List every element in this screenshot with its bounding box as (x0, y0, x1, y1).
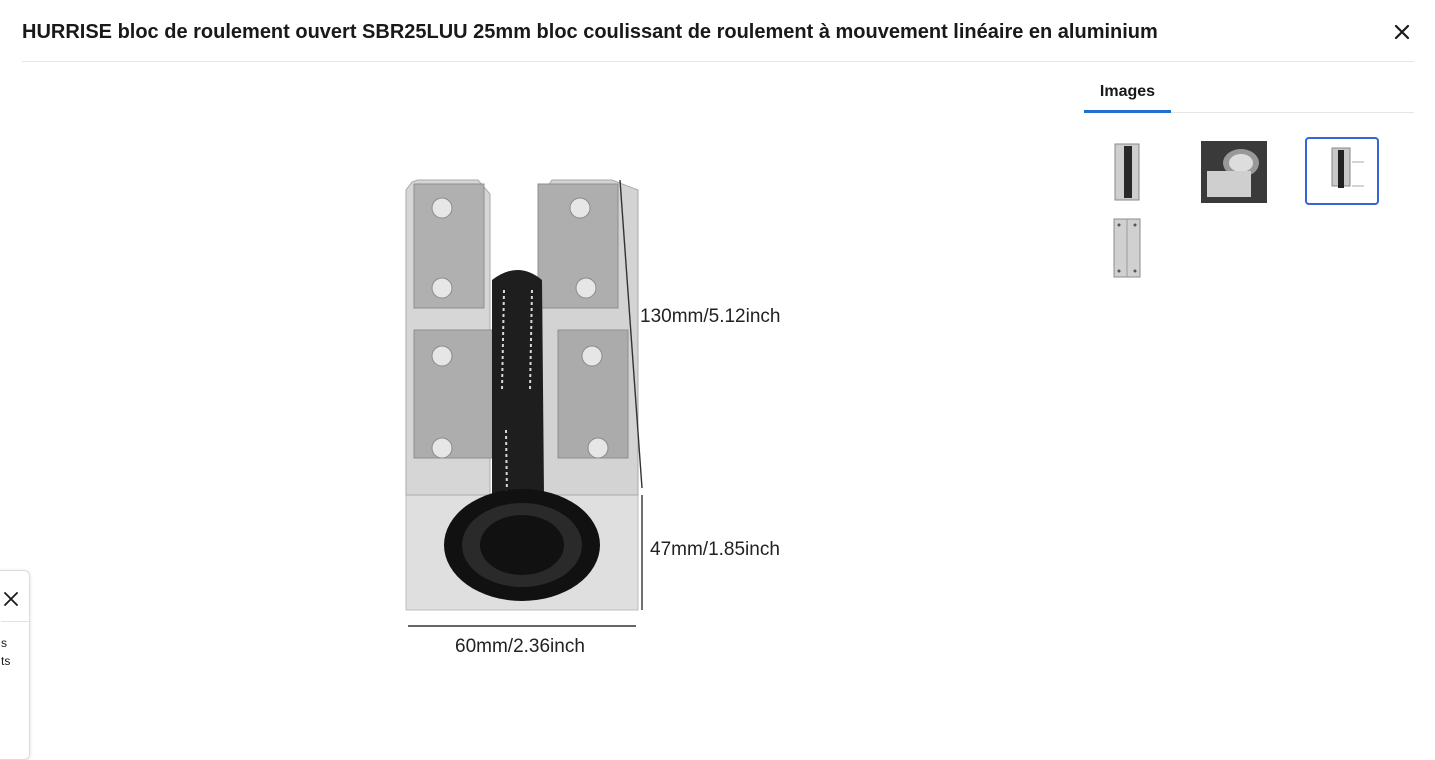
bearing-block-top-thumbnail-icon (1113, 218, 1141, 278)
main-product-image: 130mm/5.12inch 47mm/1.85inch 60mm/2.36in… (380, 150, 820, 670)
close-icon (1394, 24, 1410, 40)
side-panel-line-1: s (1, 636, 7, 650)
length-dimension-label: 130mm/5.12inch (640, 306, 781, 327)
product-title: HURRISE bloc de roulement ouvert SBR25LU… (22, 21, 1158, 43)
thumbnail-3[interactable] (1305, 137, 1379, 205)
bearing-block-dimensions-thumbnail-icon (1331, 147, 1364, 188)
side-panel-line-2: ts (1, 654, 11, 668)
side-panel-close-button[interactable] (1, 589, 21, 609)
image-viewer-modal: HURRISE bloc de roulement ouvert SBR25LU… (0, 0, 1435, 760)
thumbnail-1[interactable] (1090, 138, 1164, 206)
tab-images[interactable]: Images (1084, 76, 1171, 113)
close-icon (4, 592, 18, 606)
thumbnail-4[interactable] (1090, 214, 1164, 282)
side-panel-divider (1, 621, 31, 622)
bearing-block-closeup-thumbnail-icon (1201, 141, 1267, 203)
side-panel-text: s ts (1, 634, 31, 670)
media-tabs: Images (1084, 76, 1414, 113)
bearing-block-image (405, 179, 643, 627)
close-button[interactable] (1390, 20, 1414, 44)
width-dimension-label: 60mm/2.36inch (455, 636, 585, 657)
modal-header: HURRISE bloc de roulement ouvert SBR25LU… (22, 0, 1414, 62)
side-feedback-panel: s ts (0, 570, 31, 760)
thumbnail-2[interactable] (1197, 138, 1271, 206)
height-dimension-label: 47mm/1.85inch (650, 539, 780, 560)
bearing-block-upright-thumbnail-icon (1114, 143, 1140, 201)
